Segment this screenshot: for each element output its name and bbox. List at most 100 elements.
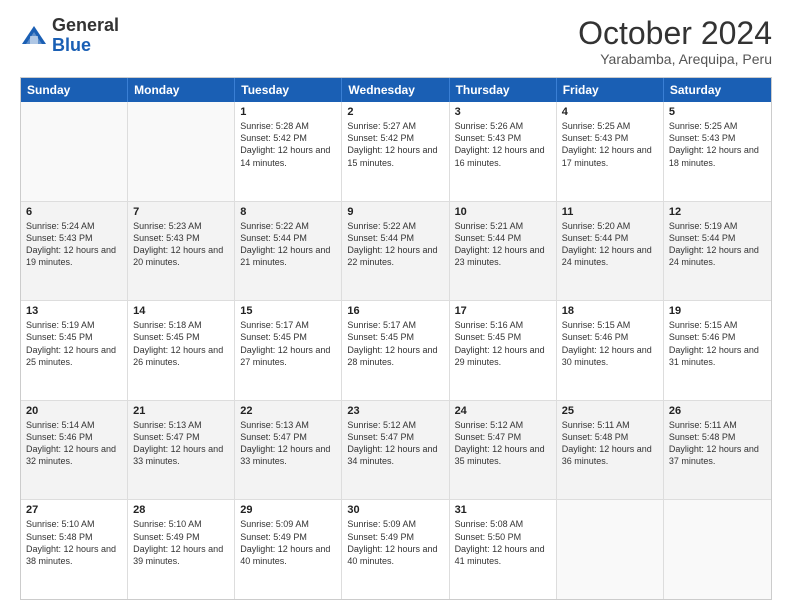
day-cell-15: 15 Sunrise: 5:17 AM Sunset: 5:45 PM Dayli… <box>235 301 342 400</box>
day-number: 24 <box>455 405 551 417</box>
day-info: Sunrise: 5:10 AM Sunset: 5:48 PM Dayligh… <box>26 518 122 567</box>
logo: General Blue <box>20 16 119 56</box>
calendar-row-5: 27 Sunrise: 5:10 AM Sunset: 5:48 PM Dayli… <box>21 499 771 599</box>
day-number: 2 <box>347 106 443 118</box>
day-info: Sunrise: 5:26 AM Sunset: 5:43 PM Dayligh… <box>455 120 551 169</box>
day-info: Sunrise: 5:22 AM Sunset: 5:44 PM Dayligh… <box>240 220 336 269</box>
day-cell-17: 17Sunrise: 5:16 AM Sunset: 5:45 PM Dayli… <box>450 301 557 400</box>
day-info: Sunrise: 5:09 AM Sunset: 5:49 PM Dayligh… <box>347 518 443 567</box>
day-number: 12 <box>669 206 766 218</box>
day-cell-16: 16 Sunrise: 5:17 AM Sunset: 5:45 PM Dayli… <box>342 301 449 400</box>
location-subtitle: Yarabamba, Arequipa, Peru <box>578 51 772 67</box>
day-cell-10: 10 Sunrise: 5:21 AM Sunset: 5:44 PM Dayli… <box>450 202 557 301</box>
day-number: 22 <box>240 405 336 417</box>
day-cell-14: 14Sunrise: 5:18 AM Sunset: 5:45 PM Dayli… <box>128 301 235 400</box>
calendar: SundayMondayTuesdayWednesdayThursdayFrid… <box>20 77 772 600</box>
day-info: Sunrise: 5:19 AM Sunset: 5:45 PM Dayligh… <box>26 319 122 368</box>
day-info: Sunrise: 5:28 AM Sunset: 5:42 PM Dayligh… <box>240 120 336 169</box>
logo-general: General <box>52 15 119 35</box>
header-day-tuesday: Tuesday <box>235 78 342 102</box>
day-cell-31: 31Sunrise: 5:08 AM Sunset: 5:50 PM Dayli… <box>450 500 557 599</box>
day-cell-2: 2 Sunrise: 5:27 AM Sunset: 5:42 PM Daylig… <box>342 102 449 201</box>
day-number: 7 <box>133 206 229 218</box>
day-cell-3: 3 Sunrise: 5:26 AM Sunset: 5:43 PM Daylig… <box>450 102 557 201</box>
day-info: Sunrise: 5:23 AM Sunset: 5:43 PM Dayligh… <box>133 220 229 269</box>
day-number: 19 <box>669 305 766 317</box>
day-number: 23 <box>347 405 443 417</box>
day-number: 10 <box>455 206 551 218</box>
empty-cell <box>664 500 771 599</box>
day-cell-18: 18 Sunrise: 5:15 AM Sunset: 5:46 PM Dayli… <box>557 301 664 400</box>
logo-blue: Blue <box>52 35 91 55</box>
day-number: 29 <box>240 504 336 516</box>
calendar-row-3: 13 Sunrise: 5:19 AM Sunset: 5:45 PM Dayli… <box>21 300 771 400</box>
day-cell-13: 13 Sunrise: 5:19 AM Sunset: 5:45 PM Dayli… <box>21 301 128 400</box>
day-info: Sunrise: 5:20 AM Sunset: 5:44 PM Dayligh… <box>562 220 658 269</box>
day-cell-6: 6 Sunrise: 5:24 AM Sunset: 5:43 PM Daylig… <box>21 202 128 301</box>
day-number: 3 <box>455 106 551 118</box>
day-info: Sunrise: 5:12 AM Sunset: 5:47 PM Dayligh… <box>455 419 551 468</box>
header-day-friday: Friday <box>557 78 664 102</box>
day-number: 8 <box>240 206 336 218</box>
header-day-wednesday: Wednesday <box>342 78 449 102</box>
day-info: Sunrise: 5:25 AM Sunset: 5:43 PM Dayligh… <box>669 120 766 169</box>
day-number: 15 <box>240 305 336 317</box>
logo-text: General Blue <box>52 16 119 56</box>
day-number: 25 <box>562 405 658 417</box>
day-cell-5: 5 Sunrise: 5:25 AM Sunset: 5:43 PM Daylig… <box>664 102 771 201</box>
day-info: Sunrise: 5:21 AM Sunset: 5:44 PM Dayligh… <box>455 220 551 269</box>
day-number: 5 <box>669 106 766 118</box>
day-cell-11: 11 Sunrise: 5:20 AM Sunset: 5:44 PM Dayli… <box>557 202 664 301</box>
day-info: Sunrise: 5:16 AM Sunset: 5:45 PM Dayligh… <box>455 319 551 368</box>
day-number: 14 <box>133 305 229 317</box>
day-info: Sunrise: 5:17 AM Sunset: 5:45 PM Dayligh… <box>347 319 443 368</box>
day-cell-9: 9Sunrise: 5:22 AM Sunset: 5:44 PM Daylig… <box>342 202 449 301</box>
day-info: Sunrise: 5:27 AM Sunset: 5:42 PM Dayligh… <box>347 120 443 169</box>
header-day-thursday: Thursday <box>450 78 557 102</box>
day-info: Sunrise: 5:12 AM Sunset: 5:47 PM Dayligh… <box>347 419 443 468</box>
day-cell-26: 26Sunrise: 5:11 AM Sunset: 5:48 PM Dayli… <box>664 401 771 500</box>
day-info: Sunrise: 5:17 AM Sunset: 5:45 PM Dayligh… <box>240 319 336 368</box>
day-number: 18 <box>562 305 658 317</box>
empty-cell <box>557 500 664 599</box>
day-cell-30: 30 Sunrise: 5:09 AM Sunset: 5:49 PM Dayli… <box>342 500 449 599</box>
empty-cell <box>21 102 128 201</box>
day-info: Sunrise: 5:11 AM Sunset: 5:48 PM Dayligh… <box>562 419 658 468</box>
day-info: Sunrise: 5:15 AM Sunset: 5:46 PM Dayligh… <box>669 319 766 368</box>
logo-icon <box>20 22 48 50</box>
day-info: Sunrise: 5:10 AM Sunset: 5:49 PM Dayligh… <box>133 518 229 567</box>
day-cell-22: 22 Sunrise: 5:13 AM Sunset: 5:47 PM Dayli… <box>235 401 342 500</box>
day-number: 13 <box>26 305 122 317</box>
header-day-sunday: Sunday <box>21 78 128 102</box>
day-info: Sunrise: 5:14 AM Sunset: 5:46 PM Dayligh… <box>26 419 122 468</box>
day-number: 16 <box>347 305 443 317</box>
day-cell-25: 25 Sunrise: 5:11 AM Sunset: 5:48 PM Dayli… <box>557 401 664 500</box>
day-info: Sunrise: 5:11 AM Sunset: 5:48 PM Dayligh… <box>669 419 766 468</box>
day-info: Sunrise: 5:22 AM Sunset: 5:44 PM Dayligh… <box>347 220 443 269</box>
header-day-saturday: Saturday <box>664 78 771 102</box>
calendar-header-row: SundayMondayTuesdayWednesdayThursdayFrid… <box>21 78 771 102</box>
day-number: 4 <box>562 106 658 118</box>
calendar-row-4: 20Sunrise: 5:14 AM Sunset: 5:46 PM Dayli… <box>21 400 771 500</box>
empty-cell <box>128 102 235 201</box>
day-number: 30 <box>347 504 443 516</box>
calendar-row-1: 1 Sunrise: 5:28 AM Sunset: 5:42 PM Daylig… <box>21 102 771 201</box>
day-number: 1 <box>240 106 336 118</box>
day-info: Sunrise: 5:25 AM Sunset: 5:43 PM Dayligh… <box>562 120 658 169</box>
day-cell-24: 24 Sunrise: 5:12 AM Sunset: 5:47 PM Dayli… <box>450 401 557 500</box>
day-cell-7: 7 Sunrise: 5:23 AM Sunset: 5:43 PM Daylig… <box>128 202 235 301</box>
day-number: 11 <box>562 206 658 218</box>
day-cell-29: 29Sunrise: 5:09 AM Sunset: 5:49 PM Dayli… <box>235 500 342 599</box>
title-block: October 2024 Yarabamba, Arequipa, Peru <box>578 16 772 67</box>
day-info: Sunrise: 5:13 AM Sunset: 5:47 PM Dayligh… <box>133 419 229 468</box>
day-number: 27 <box>26 504 122 516</box>
calendar-body: 1 Sunrise: 5:28 AM Sunset: 5:42 PM Daylig… <box>21 102 771 599</box>
day-cell-4: 4 Sunrise: 5:25 AM Sunset: 5:43 PM Daylig… <box>557 102 664 201</box>
day-info: Sunrise: 5:15 AM Sunset: 5:46 PM Dayligh… <box>562 319 658 368</box>
page: General Blue October 2024 Yarabamba, Are… <box>0 0 792 612</box>
day-cell-27: 27 Sunrise: 5:10 AM Sunset: 5:48 PM Dayli… <box>21 500 128 599</box>
header: General Blue October 2024 Yarabamba, Are… <box>20 16 772 67</box>
day-info: Sunrise: 5:24 AM Sunset: 5:43 PM Dayligh… <box>26 220 122 269</box>
day-info: Sunrise: 5:13 AM Sunset: 5:47 PM Dayligh… <box>240 419 336 468</box>
day-number: 6 <box>26 206 122 218</box>
